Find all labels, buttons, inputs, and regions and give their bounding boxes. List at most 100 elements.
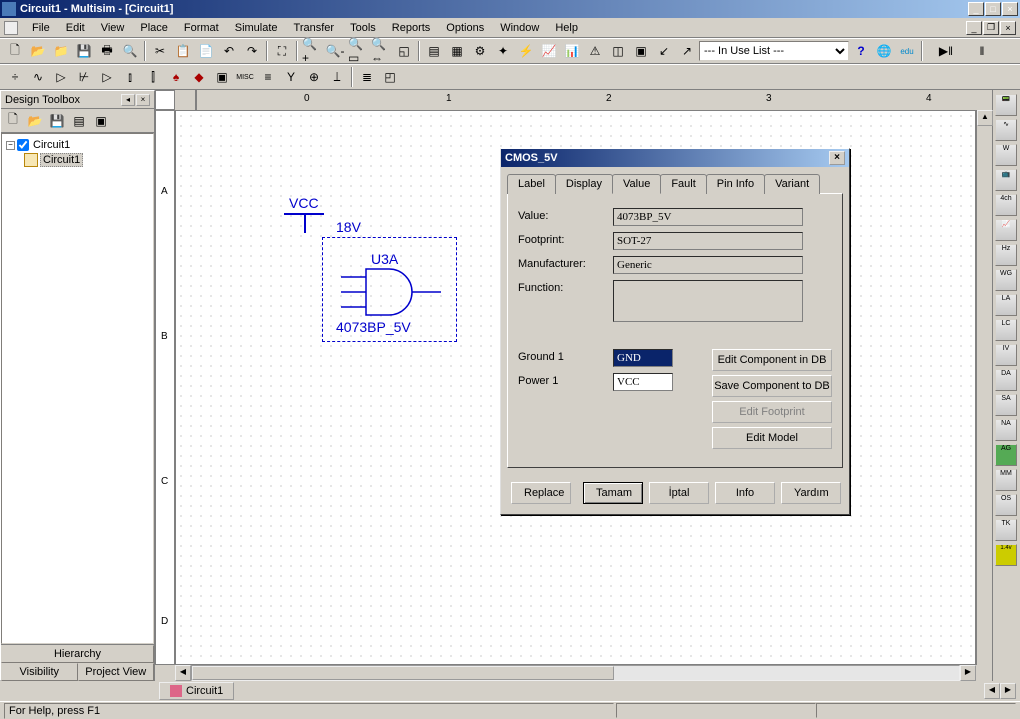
replace-button[interactable]: Replace xyxy=(511,482,571,504)
transistor-button[interactable]: ⊬ xyxy=(73,66,95,88)
logic-converter-button[interactable]: LC xyxy=(995,319,1017,341)
network-analyzer-button[interactable]: NA xyxy=(995,419,1017,441)
toolbox-pin-button[interactable]: ◂ xyxy=(121,94,135,106)
distortion-analyzer-button[interactable]: DA xyxy=(995,369,1017,391)
ttl-button[interactable]: ⫾ xyxy=(119,66,141,88)
tree-root-label[interactable]: Circuit1 xyxy=(31,139,72,151)
print-button[interactable]: 🖶 xyxy=(96,40,118,62)
part-label[interactable]: 4073BP_5V xyxy=(336,319,411,335)
edit-model-button[interactable]: Edit Model xyxy=(712,427,832,449)
design-tree[interactable]: − Circuit1 Circuit1 xyxy=(1,133,154,644)
word-gen-button[interactable]: WG xyxy=(995,269,1017,291)
menu-help[interactable]: Help xyxy=(547,20,586,36)
tree-root-checkbox[interactable] xyxy=(17,139,29,151)
print-preview-button[interactable]: 🔍 xyxy=(119,40,141,62)
dialog-titlebar[interactable]: CMOS_5V × xyxy=(501,149,849,167)
freq-counter-button[interactable]: Hz xyxy=(995,244,1017,266)
tek-scope-button[interactable]: TK xyxy=(995,519,1017,541)
refdes-label[interactable]: U3A xyxy=(371,251,398,267)
mdi-close-button[interactable]: × xyxy=(1000,21,1016,35)
toolbox-sheet-button[interactable]: ▤ xyxy=(69,111,89,131)
toggle-toolbox-button[interactable]: ▤ xyxy=(423,40,445,62)
toolbox-rename-button[interactable]: ▣ xyxy=(91,111,111,131)
bus-button[interactable]: ≣ xyxy=(356,66,378,88)
agilent-fg-button[interactable]: AG xyxy=(995,444,1017,466)
menu-reports[interactable]: Reports xyxy=(384,20,439,36)
horizontal-scrollbar[interactable]: ◀ ▶ xyxy=(175,665,992,681)
toolbox-new-button[interactable]: 🗋 xyxy=(3,111,23,131)
scroll-right-button[interactable]: ▶ xyxy=(960,665,976,681)
zoom-page-button[interactable]: ◱ xyxy=(393,40,415,62)
close-button[interactable]: × xyxy=(1002,2,1018,16)
postprocessor-button[interactable]: 📈 xyxy=(538,40,560,62)
zoom-area-button[interactable]: 🔍▭ xyxy=(347,40,369,62)
save-button[interactable]: 💾 xyxy=(73,40,95,62)
help-button[interactable]: ? xyxy=(850,40,872,62)
oscilloscope-button[interactable]: 📺 xyxy=(995,169,1017,191)
edaparts-button[interactable]: 🌐 xyxy=(873,40,895,62)
misc-button[interactable]: MISC xyxy=(234,66,256,88)
toolbox-close-button[interactable]: × xyxy=(136,94,150,106)
ok-button[interactable]: Tamam xyxy=(583,482,643,504)
mixed-button[interactable]: ◆ xyxy=(188,66,210,88)
and-gate-icon[interactable] xyxy=(341,267,446,317)
copy-button[interactable]: 📋 xyxy=(172,40,194,62)
edu-button[interactable]: edu xyxy=(896,40,918,62)
logic-analyzer-button[interactable]: LA xyxy=(995,294,1017,316)
zoom-fit-button[interactable]: 🔍⇔ xyxy=(370,40,392,62)
tab-display[interactable]: Display xyxy=(555,174,613,194)
tab-scroll-right-button[interactable]: ▶ xyxy=(1000,683,1016,699)
toolbox-save-button[interactable]: 💾 xyxy=(47,111,67,131)
cut-button[interactable]: ✂ xyxy=(149,40,171,62)
menu-format[interactable]: Format xyxy=(176,20,227,36)
ultiboard-button[interactable]: ▣ xyxy=(630,40,652,62)
tab-value[interactable]: Value xyxy=(612,174,661,194)
power-button[interactable]: ≡ xyxy=(257,66,279,88)
scroll-h-thumb[interactable] xyxy=(192,666,614,680)
save-to-db-button[interactable]: Save Component to DB xyxy=(712,375,832,397)
tab-label[interactable]: Label xyxy=(507,174,556,194)
tree-root[interactable]: − Circuit1 xyxy=(6,138,149,152)
tab-hierarchy[interactable]: Hierarchy xyxy=(1,645,154,663)
menu-transfer[interactable]: Transfer xyxy=(286,20,343,36)
undo-button[interactable]: ↶ xyxy=(218,40,240,62)
info-button[interactable]: Info xyxy=(715,482,775,504)
menu-tools[interactable]: Tools xyxy=(342,20,384,36)
back-annotate-button[interactable]: ↙ xyxy=(653,40,675,62)
open-sample-button[interactable]: 📁 xyxy=(50,40,72,62)
bode-plotter-button[interactable]: 📈 xyxy=(995,219,1017,241)
open-button[interactable]: 📂 xyxy=(27,40,49,62)
cancel-button[interactable]: İptal xyxy=(649,482,709,504)
cmos-button[interactable]: ⫿ xyxy=(142,66,164,88)
scroll-left-button[interactable]: ◀ xyxy=(175,665,191,681)
mdi-minimize-button[interactable]: _ xyxy=(966,21,982,35)
vcc-label[interactable]: VCC xyxy=(289,195,319,211)
ground1-field[interactable] xyxy=(613,349,673,367)
tab-pininfo[interactable]: Pin Info xyxy=(706,174,765,194)
vertical-scrollbar[interactable]: ▲ xyxy=(976,110,992,665)
maximize-button[interactable]: □ xyxy=(985,2,1001,16)
hierarchical-button[interactable]: ◰ xyxy=(379,66,401,88)
electromech-button[interactable]: ⊕ xyxy=(303,66,325,88)
menu-simulate[interactable]: Simulate xyxy=(227,20,286,36)
power1-field[interactable] xyxy=(613,373,673,391)
erc-button[interactable]: ⚠ xyxy=(584,40,606,62)
tab-scroll-left-button[interactable]: ◀ xyxy=(984,683,1000,699)
scroll-up-button[interactable]: ▲ xyxy=(977,110,993,126)
paste-button[interactable]: 📄 xyxy=(195,40,217,62)
menu-place[interactable]: Place xyxy=(132,20,176,36)
new-button[interactable]: 🗋 xyxy=(4,40,26,62)
agilent-mm-button[interactable]: MM xyxy=(995,469,1017,491)
misc-digital-button[interactable]: ♠ xyxy=(165,66,187,88)
tab-project-view[interactable]: Project View xyxy=(78,663,155,681)
function-gen-button[interactable]: ∿ xyxy=(995,119,1017,141)
toolbox-open-button[interactable]: 📂 xyxy=(25,111,45,131)
minimize-button[interactable]: _ xyxy=(968,2,984,16)
menu-options[interactable]: Options xyxy=(438,20,492,36)
toggle-spreadsheet-button[interactable]: ▦ xyxy=(446,40,468,62)
vcc-value[interactable]: 18V xyxy=(336,219,361,235)
indicator-button[interactable]: ▣ xyxy=(211,66,233,88)
tab-fault[interactable]: Fault xyxy=(660,174,706,194)
fullscreen-button[interactable]: ⛶ xyxy=(271,40,293,62)
in-use-list[interactable]: --- In Use List --- xyxy=(699,41,849,61)
